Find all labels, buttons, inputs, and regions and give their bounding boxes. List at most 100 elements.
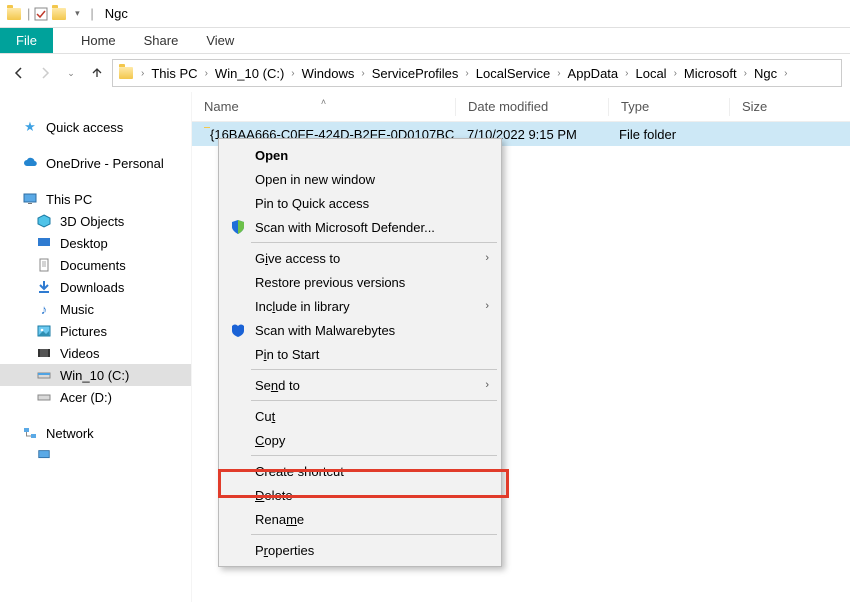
- folder-icon: [6, 7, 22, 21]
- breadcrumb[interactable]: Microsoft: [681, 64, 740, 83]
- sidebar: ★ Quick access OneDrive - Personal This …: [0, 92, 192, 602]
- chevron-right-icon[interactable]: ›: [361, 68, 364, 79]
- sidebar-item-music[interactable]: ♪ Music: [0, 298, 191, 320]
- sidebar-item-label: 3D Objects: [60, 214, 124, 229]
- qa-check-icon[interactable]: [33, 7, 49, 21]
- ctx-copy[interactable]: Copy: [221, 428, 499, 452]
- sidebar-item-label: This PC: [46, 192, 92, 207]
- ctx-send-to[interactable]: Send to›: [221, 373, 499, 397]
- sidebar-item-label: OneDrive - Personal: [46, 156, 164, 171]
- pc-icon: [22, 191, 38, 207]
- nav-row: ⌄ › This PC › Win_10 (C:) › Windows › Se…: [0, 54, 850, 92]
- chevron-right-icon[interactable]: ›: [557, 68, 560, 79]
- tab-view[interactable]: View: [192, 28, 248, 53]
- breadcrumb[interactable]: LocalService: [473, 64, 553, 83]
- sidebar-item-pictures[interactable]: Pictures: [0, 320, 191, 342]
- sidebar-item-label: Win_10 (C:): [60, 368, 129, 383]
- sidebar-item-volume-d[interactable]: Acer (D:): [0, 386, 191, 408]
- sidebar-item-network[interactable]: Network: [0, 422, 191, 444]
- drive-icon: [36, 389, 52, 405]
- context-menu: Open Open in new window Pin to Quick acc…: [218, 138, 502, 567]
- ctx-pin-start[interactable]: Pin to Start: [221, 342, 499, 366]
- folder-icon-small: [51, 7, 67, 21]
- chevron-right-icon: ›: [485, 379, 489, 391]
- sidebar-item-label: Desktop: [60, 236, 108, 251]
- sidebar-item-3d-objects[interactable]: 3D Objects: [0, 210, 191, 232]
- chevron-right-icon[interactable]: ›: [291, 68, 294, 79]
- ctx-scan-malwarebytes[interactable]: Scan with Malwarebytes: [221, 318, 499, 342]
- ctx-include-library[interactable]: Include in library›: [221, 294, 499, 318]
- star-icon: ★: [22, 119, 38, 135]
- separator: |: [27, 6, 30, 21]
- ctx-give-access-to[interactable]: Give access to›: [221, 246, 499, 270]
- network-icon: [22, 425, 38, 441]
- ribbon-tabs: File Home Share View: [0, 28, 850, 54]
- chevron-right-icon[interactable]: ›: [784, 68, 787, 79]
- desktop-icon: [36, 235, 52, 251]
- chevron-right-icon: ›: [485, 300, 489, 312]
- sidebar-item-label: Videos: [60, 346, 100, 361]
- chevron-right-icon[interactable]: ›: [465, 68, 468, 79]
- sidebar-item-label: Quick access: [46, 120, 123, 135]
- breadcrumb[interactable]: Ngc: [751, 64, 780, 83]
- nav-history-dropdown[interactable]: ⌄: [60, 62, 82, 84]
- column-header-date[interactable]: Date modified: [456, 99, 608, 114]
- title-bar: | ▾ | Ngc: [0, 0, 850, 28]
- sidebar-item-label: Music: [60, 302, 94, 317]
- column-header-size[interactable]: Size: [730, 99, 810, 114]
- cloud-icon: [22, 155, 38, 171]
- tab-home[interactable]: Home: [67, 28, 130, 53]
- sidebar-item-label: Downloads: [60, 280, 124, 295]
- tab-share[interactable]: Share: [130, 28, 193, 53]
- column-header-type[interactable]: Type: [609, 99, 729, 114]
- ctx-properties[interactable]: Properties: [221, 538, 499, 562]
- ctx-delete[interactable]: Delete: [221, 483, 499, 507]
- column-header-name[interactable]: Name ˄: [192, 99, 455, 114]
- nav-back-button[interactable]: [8, 62, 30, 84]
- chevron-right-icon[interactable]: ›: [141, 68, 144, 79]
- ctx-restore-versions[interactable]: Restore previous versions: [221, 270, 499, 294]
- folder-icon: [119, 67, 133, 79]
- breadcrumb[interactable]: This PC: [148, 64, 200, 83]
- address-bar[interactable]: › This PC › Win_10 (C:) › Windows › Serv…: [112, 59, 842, 87]
- sidebar-item-quick-access[interactable]: ★ Quick access: [0, 116, 191, 138]
- tab-file[interactable]: File: [0, 28, 53, 53]
- nav-up-button[interactable]: [86, 62, 108, 84]
- breadcrumb[interactable]: AppData: [565, 64, 622, 83]
- ctx-cut[interactable]: Cut: [221, 404, 499, 428]
- sidebar-item-downloads[interactable]: Downloads: [0, 276, 191, 298]
- breadcrumb[interactable]: Local: [632, 64, 669, 83]
- sidebar-item-this-pc[interactable]: This PC: [0, 188, 191, 210]
- video-icon: [36, 345, 52, 361]
- qa-dropdown-icon[interactable]: ▾: [69, 7, 85, 21]
- sidebar-item-label: Pictures: [60, 324, 107, 339]
- chevron-right-icon[interactable]: ›: [674, 68, 677, 79]
- sidebar-item-documents[interactable]: Documents: [0, 254, 191, 276]
- drive-icon: [36, 367, 52, 383]
- sidebar-item-label: Documents: [60, 258, 126, 273]
- breadcrumb[interactable]: ServiceProfiles: [369, 64, 462, 83]
- breadcrumb[interactable]: Win_10 (C:): [212, 64, 287, 83]
- column-header-row: Name ˄ Date modified Type Size: [192, 92, 850, 122]
- ctx-open[interactable]: Open: [221, 143, 499, 167]
- document-icon: [36, 257, 52, 273]
- ctx-rename[interactable]: Rename: [221, 507, 499, 531]
- sidebar-item-videos[interactable]: Videos: [0, 342, 191, 364]
- ctx-scan-defender[interactable]: Scan with Microsoft Defender...: [221, 215, 499, 239]
- chevron-right-icon: ›: [485, 252, 489, 264]
- sidebar-item-network-pc[interactable]: [0, 444, 191, 466]
- ctx-create-shortcut[interactable]: Create shortcut: [221, 459, 499, 483]
- pc-icon: [36, 447, 52, 463]
- sidebar-item-volume-c[interactable]: Win_10 (C:): [0, 364, 191, 386]
- shield-icon: [229, 218, 247, 236]
- chevron-right-icon[interactable]: ›: [744, 68, 747, 79]
- chevron-right-icon[interactable]: ›: [625, 68, 628, 79]
- chevron-right-icon[interactable]: ›: [205, 68, 208, 79]
- ctx-pin-quick-access[interactable]: Pin to Quick access: [221, 191, 499, 215]
- breadcrumb[interactable]: Windows: [299, 64, 358, 83]
- ctx-open-new-window[interactable]: Open in new window: [221, 167, 499, 191]
- sidebar-item-onedrive[interactable]: OneDrive - Personal: [0, 152, 191, 174]
- sidebar-item-label: Acer (D:): [60, 390, 112, 405]
- nav-forward-button[interactable]: [34, 62, 56, 84]
- sidebar-item-desktop[interactable]: Desktop: [0, 232, 191, 254]
